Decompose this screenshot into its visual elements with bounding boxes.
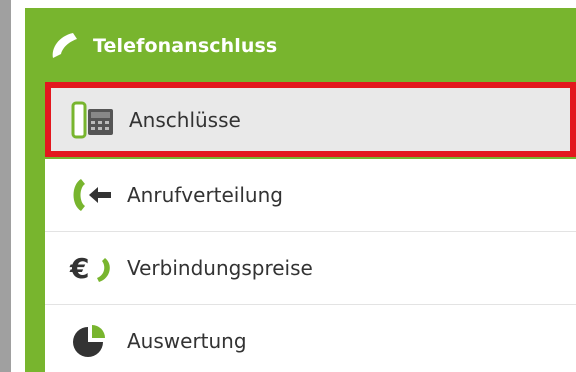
menu-item-anrufverteilung[interactable]: Anrufverteilung xyxy=(45,159,576,232)
pie-chart-icon xyxy=(69,321,117,361)
menu-item-label: Anschlüsse xyxy=(129,107,241,132)
menu-item-auswertung[interactable]: Auswertung xyxy=(45,305,576,372)
menu-item-label: Verbindungspreise xyxy=(127,256,313,280)
menu-item-label: Anrufverteilung xyxy=(127,183,283,207)
call-forward-icon xyxy=(69,175,117,215)
panel-header[interactable]: Telefonanschluss xyxy=(45,26,277,66)
phone-handset-icon xyxy=(45,26,85,66)
svg-text:€: € xyxy=(69,252,89,285)
telefonanschluss-panel: Telefonanschluss Anschlüsse Anrufverteil… xyxy=(25,8,576,372)
euro-phone-icon: € xyxy=(69,248,117,288)
desk-phone-icon xyxy=(71,100,119,140)
menu-item-anschluesse[interactable]: Anschlüsse xyxy=(45,82,576,157)
menu-item-verbindungspreise[interactable]: € Verbindungspreise xyxy=(45,232,576,305)
panel-title: Telefonanschluss xyxy=(93,35,278,57)
menu-item-label: Auswertung xyxy=(127,329,247,353)
page: Telefonanschluss Anschlüsse Anrufverteil… xyxy=(0,0,576,372)
left-scroll-strip xyxy=(0,0,11,372)
submenu: Anschlüsse Anrufverteilung € Verbindungs… xyxy=(45,82,576,372)
